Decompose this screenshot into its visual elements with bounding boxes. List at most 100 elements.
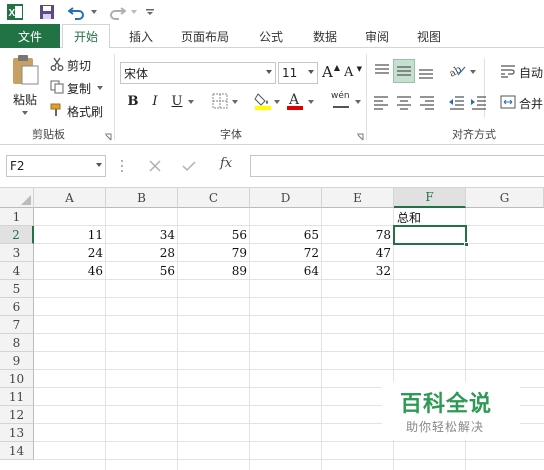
align-center-icon[interactable]	[395, 94, 413, 113]
orientation-icon[interactable]: ab	[447, 61, 468, 82]
enter-icon[interactable]	[182, 159, 196, 176]
column-header-b[interactable]: B	[106, 188, 178, 208]
redo-dropdown-icon[interactable]	[130, 3, 138, 21]
tab-insert[interactable]: 插入	[118, 24, 164, 48]
column-header-e[interactable]: E	[322, 188, 394, 208]
column-header-a[interactable]: A	[34, 188, 106, 208]
fill-color-icon[interactable]	[254, 91, 272, 114]
tab-page-layout[interactable]: 页面布局	[172, 24, 238, 48]
cell-c2[interactable]: 56	[178, 226, 250, 244]
cell-d4[interactable]: 64	[250, 262, 322, 280]
row-header-1[interactable]: 1	[0, 208, 34, 226]
tab-file[interactable]: 文件	[0, 24, 60, 48]
increase-font-size-button[interactable]: A ▲	[322, 63, 340, 83]
column-header-f[interactable]: F	[394, 188, 466, 208]
cell-d2[interactable]: 65	[250, 226, 322, 244]
cell-b4[interactable]: 56	[106, 262, 178, 280]
row-header-2[interactable]: 2	[0, 226, 34, 244]
fill-handle[interactable]	[464, 242, 469, 247]
italic-button[interactable]: I	[146, 92, 164, 110]
row-header-6[interactable]: 6	[0, 298, 34, 316]
cell-e2[interactable]: 78	[322, 226, 394, 244]
tab-view[interactable]: 视图	[406, 24, 452, 48]
copy-button[interactable]: 复制	[50, 79, 104, 97]
formula-input[interactable]	[250, 155, 544, 177]
increase-indent-icon[interactable]	[470, 94, 488, 113]
copy-dropdown-icon[interactable]	[97, 86, 104, 90]
row-header-10[interactable]: 10	[0, 370, 34, 388]
customize-icon[interactable]	[144, 3, 156, 21]
clipboard-launcher-icon[interactable]	[104, 130, 112, 144]
cell-e3[interactable]: 47	[322, 244, 394, 262]
cell-b3[interactable]: 28	[106, 244, 178, 262]
insert-function-button[interactable]: fx	[220, 156, 232, 171]
merge-center-button[interactable]: 合并	[500, 94, 543, 112]
phonetic-button[interactable]: wén	[331, 91, 353, 111]
column-header-g[interactable]: G	[466, 188, 544, 208]
select-all-corner[interactable]	[0, 188, 34, 208]
quick-access-toolbar: X	[0, 0, 544, 24]
font-size-select[interactable]: 11	[278, 62, 318, 84]
row-header-9[interactable]: 9	[0, 352, 34, 370]
cell-e4[interactable]: 32	[322, 262, 394, 280]
paste-dropdown-icon[interactable]	[22, 111, 28, 115]
font-color-dropdown-icon[interactable]	[308, 100, 314, 104]
name-box[interactable]: F2	[6, 155, 106, 177]
font-color-icon[interactable]: A	[286, 91, 304, 111]
align-left-icon[interactable]	[372, 94, 390, 113]
row-header-14[interactable]: 14	[0, 442, 34, 460]
cell-c3[interactable]: 79	[178, 244, 250, 262]
decrease-font-size-button[interactable]: A ▼	[344, 65, 362, 85]
cell-c4[interactable]: 89	[178, 262, 250, 280]
grid-line	[34, 441, 544, 442]
bold-button[interactable]: B	[124, 92, 142, 110]
cell-f1[interactable]: 总和	[394, 208, 466, 226]
paste-icon	[10, 54, 40, 89]
font-launcher-icon[interactable]	[356, 130, 364, 144]
align-top-icon[interactable]	[372, 61, 392, 84]
tab-home[interactable]: 开始	[62, 24, 110, 49]
cell-a2[interactable]: 11	[34, 226, 106, 244]
format-painter-button[interactable]: 格式刷	[50, 102, 103, 120]
active-cell-selection[interactable]	[393, 225, 467, 245]
cell-a3[interactable]: 24	[34, 244, 106, 262]
underline-dropdown-icon[interactable]	[188, 100, 194, 104]
underline-button[interactable]: U	[168, 92, 186, 110]
phonetic-bar-icon	[333, 102, 349, 108]
decrease-indent-icon[interactable]	[448, 94, 466, 113]
align-right-icon[interactable]	[418, 94, 436, 113]
tab-data[interactable]: 数据	[302, 24, 348, 48]
cancel-icon[interactable]	[148, 159, 162, 176]
tab-review[interactable]: 审阅	[354, 24, 400, 48]
row-header-11[interactable]: 11	[0, 388, 34, 406]
align-bottom-icon[interactable]	[416, 61, 436, 84]
row-header-4[interactable]: 4	[0, 262, 34, 280]
cut-label: 剪切	[67, 58, 92, 73]
undo-icon[interactable]	[66, 3, 88, 21]
borders-dropdown-icon[interactable]	[232, 100, 238, 104]
column-header-d[interactable]: D	[250, 188, 322, 208]
undo-dropdown-icon[interactable]	[90, 3, 98, 21]
column-header-c[interactable]: C	[178, 188, 250, 208]
tab-formulas[interactable]: 公式	[248, 24, 294, 48]
fill-color-dropdown-icon[interactable]	[274, 100, 280, 104]
row-header-3[interactable]: 3	[0, 244, 34, 262]
cut-button[interactable]: 剪切	[50, 56, 91, 74]
cell-d3[interactable]: 72	[250, 244, 322, 262]
align-middle-icon[interactable]	[393, 59, 415, 83]
row-header-7[interactable]: 7	[0, 316, 34, 334]
phonetic-dropdown-icon[interactable]	[355, 100, 361, 104]
borders-icon[interactable]	[212, 93, 228, 112]
cell-a4[interactable]: 46	[34, 262, 106, 280]
paste-button[interactable]: 粘贴	[8, 54, 42, 118]
redo-icon[interactable]	[106, 3, 128, 21]
font-name-select[interactable]: 宋体	[120, 62, 276, 84]
row-header-8[interactable]: 8	[0, 334, 34, 352]
wrap-text-button[interactable]: 自动	[500, 63, 543, 81]
row-header-5[interactable]: 5	[0, 280, 34, 298]
save-icon[interactable]	[38, 3, 56, 21]
row-header-12[interactable]: 12	[0, 406, 34, 424]
row-header-13[interactable]: 13	[0, 424, 34, 442]
cell-b2[interactable]: 34	[106, 226, 178, 244]
orientation-dropdown-icon[interactable]	[470, 70, 476, 74]
